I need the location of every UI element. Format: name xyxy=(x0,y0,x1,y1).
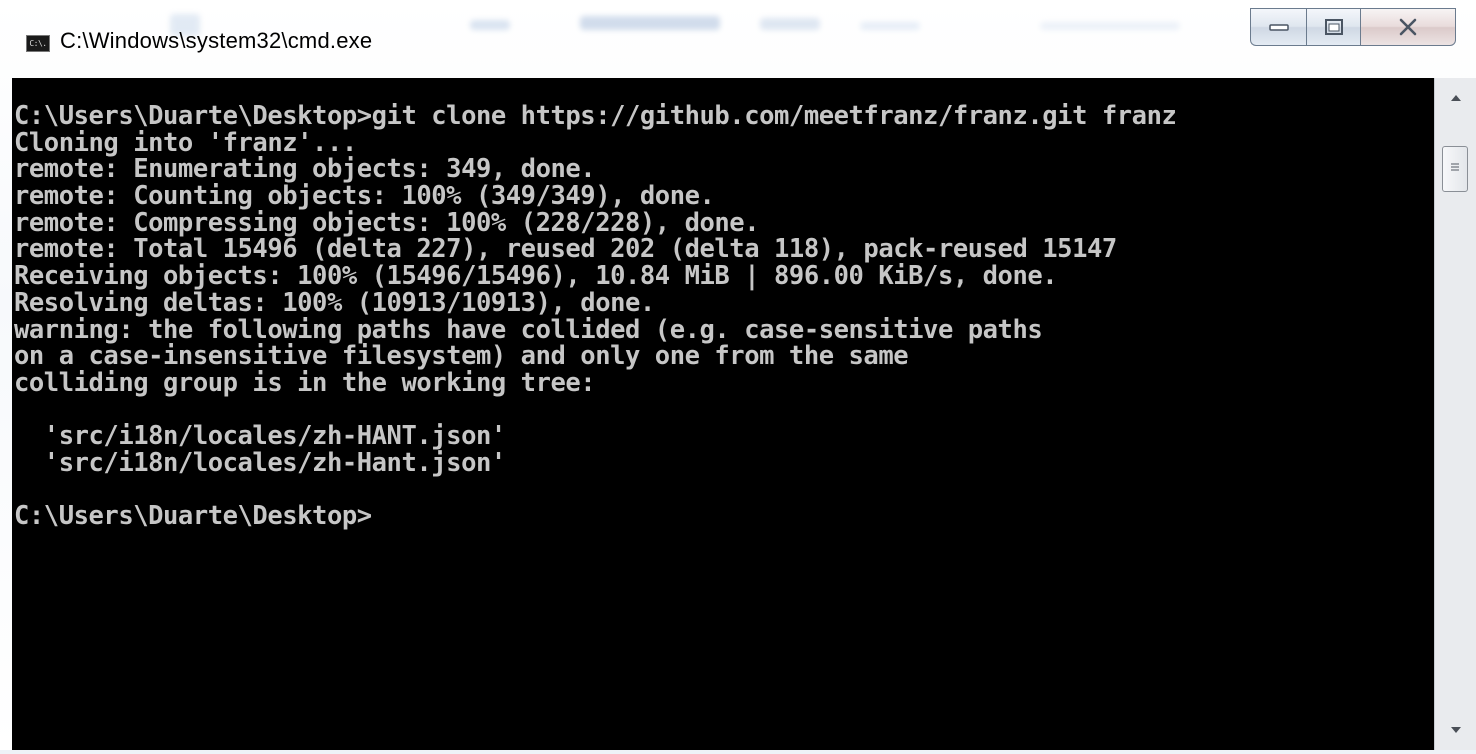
cmd-window: C:\. C:\Windows\system32\cmd.exe C:\User… xyxy=(0,0,1476,754)
close-icon xyxy=(1398,18,1418,36)
console-line: C:\Users\Duarte\Desktop>git clone https:… xyxy=(14,101,1177,131)
console-line: Receiving objects: 100% (15496/15496), 1… xyxy=(14,261,1058,292)
title-bar[interactable]: C:\. C:\Windows\system32\cmd.exe xyxy=(0,0,1476,80)
console-line: Resolving deltas: 100% (10913/10913), do… xyxy=(14,287,655,318)
console-line: remote: Enumerating objects: 349, done. xyxy=(14,154,596,185)
console-prompt[interactable]: C:\Users\Duarte\Desktop> xyxy=(14,503,1176,530)
console-lines: C:\Users\Duarte\Desktop>git clone https:… xyxy=(14,101,1177,530)
console-line: remote: Compressing objects: 100% (228/2… xyxy=(14,207,760,238)
minimize-icon xyxy=(1268,22,1289,32)
console-line: warning: the following paths have collid… xyxy=(14,314,1043,345)
scroll-up-button[interactable] xyxy=(1435,78,1476,118)
close-button[interactable] xyxy=(1360,8,1456,46)
console-line: remote: Counting objects: 100% (349/349)… xyxy=(14,181,715,212)
console-line: 'src/i18n/locales/zh-HANT.json' xyxy=(14,421,506,452)
console-output[interactable]: C:\Users\Duarte\Desktop>git clone https:… xyxy=(12,78,1434,750)
maximize-button[interactable] xyxy=(1306,8,1360,46)
cmd-icon[interactable]: C:\. xyxy=(26,35,50,52)
console-line: remote: Total 15496 (delta 227), reused … xyxy=(14,234,1117,265)
scroll-down-button[interactable] xyxy=(1435,710,1476,750)
caption-buttons xyxy=(1250,8,1456,48)
window-title: C:\Windows\system32\cmd.exe xyxy=(60,28,373,53)
scroll-up-arrow-icon xyxy=(1450,89,1462,107)
console-line: 'src/i18n/locales/zh-Hant.json' xyxy=(14,447,506,478)
scroll-down-arrow-icon xyxy=(1450,721,1462,739)
scroll-thumb[interactable] xyxy=(1442,146,1468,192)
console-line: colliding group is in the working tree: xyxy=(14,367,596,398)
scroll-thumb-grip-icon xyxy=(1449,160,1461,178)
maximize-icon xyxy=(1324,18,1344,36)
console-line: Cloning into 'franz'... xyxy=(14,127,357,158)
console-line: on a case-insensitive filesystem) and on… xyxy=(14,341,909,372)
window-bottom-border xyxy=(0,750,1476,754)
vertical-scrollbar[interactable] xyxy=(1434,78,1476,750)
minimize-button[interactable] xyxy=(1250,8,1306,46)
